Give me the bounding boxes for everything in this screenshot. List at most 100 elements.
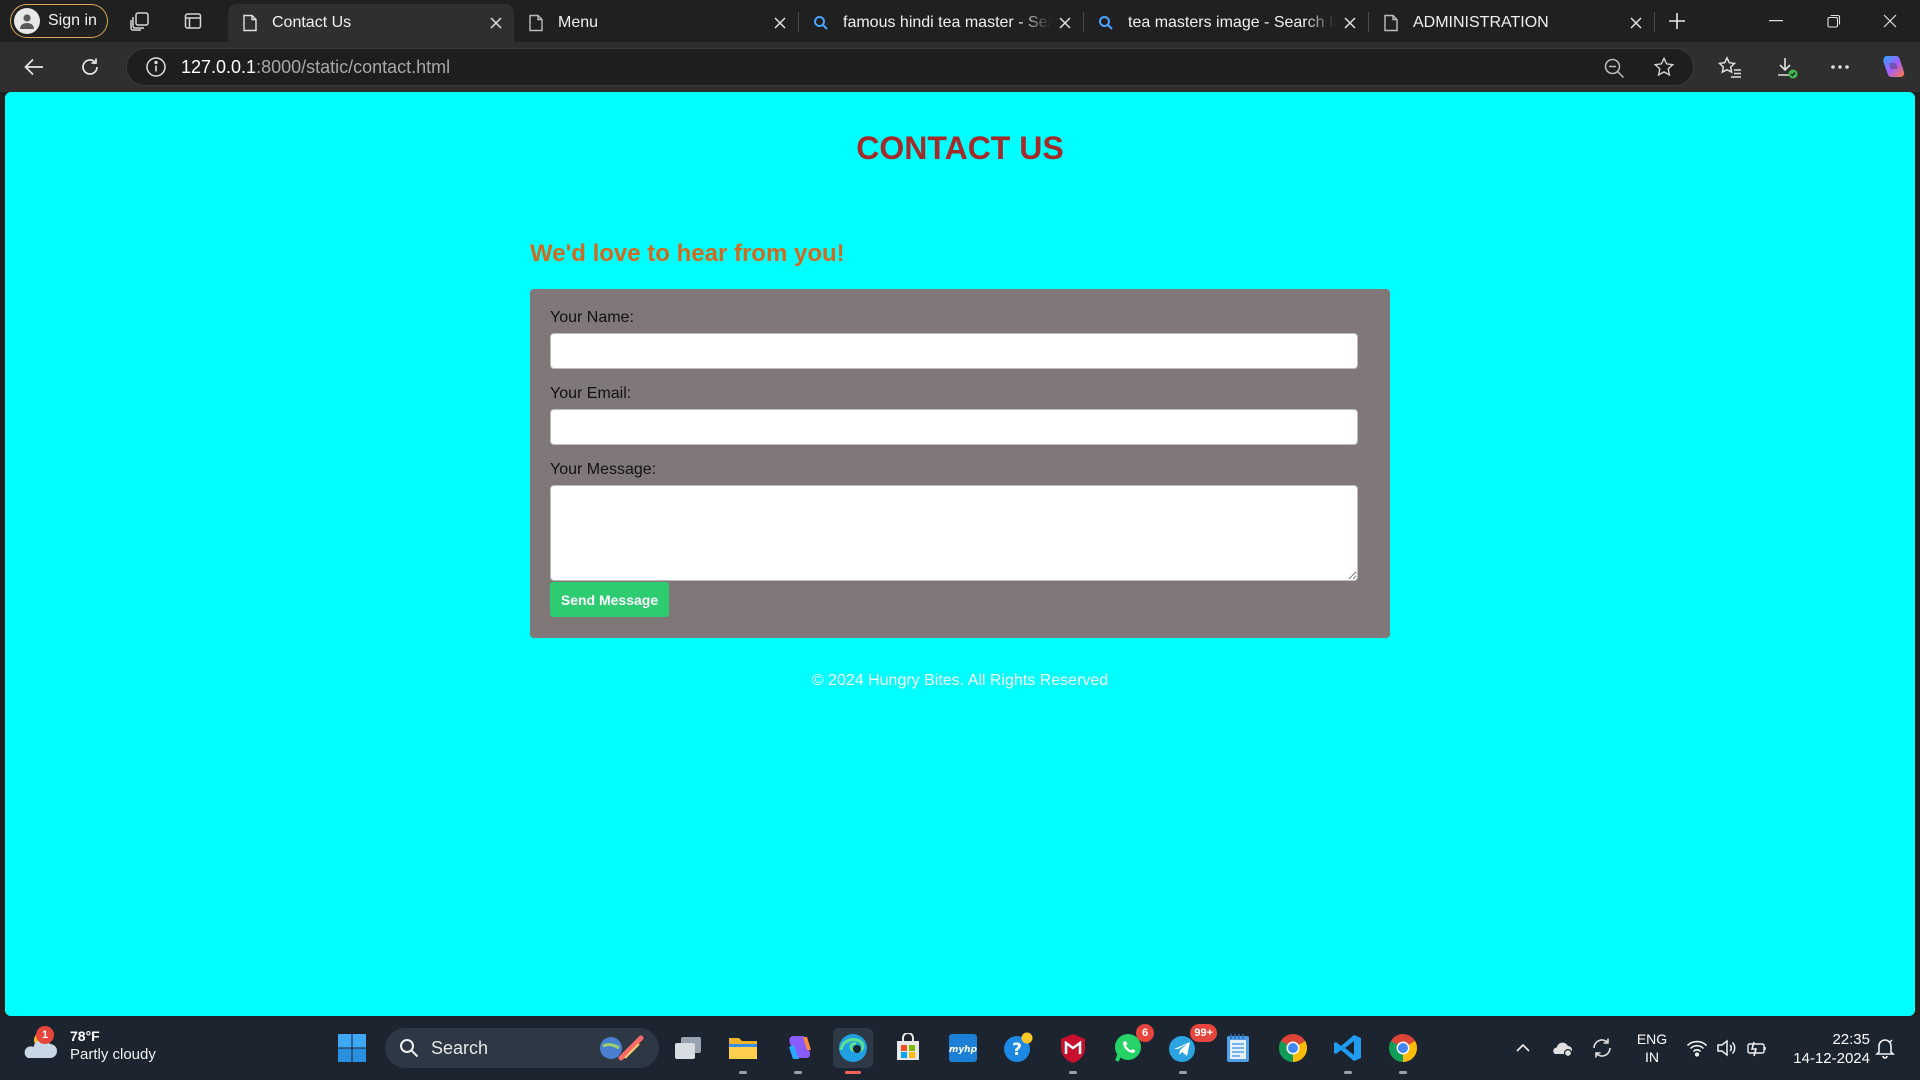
taskbar-app-hp-support[interactable]: ? — [998, 1028, 1038, 1068]
taskbar-app-file-explorer[interactable] — [723, 1028, 763, 1074]
windows-logo-icon — [338, 1034, 366, 1062]
tab-menu[interactable]: Menu — [514, 4, 798, 42]
folder-icon — [729, 1038, 757, 1059]
profile-sign-in-button[interactable]: Sign in — [10, 4, 108, 38]
send-message-button[interactable]: Send Message — [550, 582, 669, 617]
settings-more-button[interactable] — [1822, 50, 1858, 84]
taskbar-app-chrome[interactable] — [1273, 1028, 1313, 1068]
name-input[interactable] — [550, 333, 1358, 369]
site-info-icon[interactable] — [145, 56, 167, 78]
address-bar[interactable]: 127.0.0.1:8000/static/contact.html — [126, 48, 1694, 86]
tab-title: famous hindi tea master - Search — [843, 14, 1051, 31]
plus-icon — [1669, 13, 1685, 29]
email-input[interactable] — [550, 409, 1358, 445]
task-view-button[interactable] — [668, 1028, 708, 1068]
chrome-icon — [1389, 1034, 1417, 1062]
svg-text:?: ? — [1012, 1040, 1022, 1060]
taskbar-app-mcafee[interactable] — [1053, 1028, 1093, 1074]
taskbar-clock[interactable]: 22:35 14-12-2024 — [1782, 1030, 1870, 1068]
taskbar-app-notepad[interactable] — [1218, 1028, 1258, 1068]
arrow-left-icon — [24, 58, 43, 76]
workspaces-button[interactable] — [124, 6, 156, 36]
taskbar-app-vscode[interactable] — [1328, 1028, 1368, 1074]
running-indicator — [794, 1071, 802, 1074]
taskbar-app-whatsapp[interactable]: 6 — [1108, 1024, 1154, 1068]
close-tab-icon[interactable] — [482, 9, 510, 37]
search-label: Search — [431, 1037, 489, 1058]
battery-tray-button[interactable] — [1742, 1034, 1772, 1062]
search-icon — [399, 1038, 419, 1058]
speaker-icon — [1717, 1039, 1736, 1057]
message-label: Your Message: — [550, 461, 657, 478]
volume-tray-button[interactable] — [1712, 1034, 1742, 1062]
browser-tab-strip: Sign in Contact Us Menu famous hindi tea… — [0, 0, 1920, 42]
task-view-icon — [675, 1037, 701, 1059]
taskbar-app-chrome-2[interactable] — [1383, 1028, 1423, 1074]
clock-date: 14-12-2024 — [1793, 1050, 1870, 1067]
taskbar-app-copilot[interactable] — [778, 1028, 818, 1074]
myhp-icon: myhp — [949, 1034, 978, 1062]
tab-actions-icon — [184, 13, 202, 29]
taskbar-app-microsoft-store[interactable] — [888, 1028, 928, 1068]
page-icon — [526, 13, 546, 33]
workspaces-icon — [130, 12, 149, 31]
weather-widget[interactable]: 1 78°F Partly cloudy — [20, 1026, 156, 1064]
start-button[interactable] — [332, 1028, 372, 1068]
taskbar-app-myhp[interactable]: myhp — [943, 1028, 983, 1068]
tab-administration[interactable]: ADMINISTRATION — [1369, 4, 1654, 42]
browser-toolbar: 127.0.0.1:8000/static/contact.html — [0, 42, 1920, 92]
minimize-window-button[interactable] — [1748, 0, 1804, 42]
wifi-tray-button[interactable] — [1682, 1034, 1712, 1062]
favorite-star-icon[interactable] — [1653, 56, 1675, 78]
input-language-indicator[interactable]: ENG IN — [1634, 1030, 1670, 1066]
restore-window-button[interactable] — [1806, 0, 1862, 42]
zoom-out-icon[interactable] — [1603, 57, 1625, 79]
downloads-button[interactable] — [1768, 50, 1804, 84]
telegram-badge: 99+ — [1190, 1024, 1217, 1042]
tab-contact-us[interactable]: Contact Us — [228, 4, 514, 42]
close-tab-icon[interactable] — [1622, 9, 1650, 37]
close-tab-icon[interactable] — [766, 9, 794, 37]
wifi-icon — [1686, 1040, 1708, 1057]
taskbar-search[interactable]: Search — [385, 1028, 659, 1068]
back-button[interactable] — [16, 50, 52, 84]
clock-time: 22:35 — [1832, 1031, 1870, 1048]
message-textarea[interactable] — [550, 485, 1358, 581]
close-window-button[interactable] — [1862, 0, 1918, 42]
partly-cloudy-icon: 1 — [20, 1026, 60, 1064]
whatsapp-badge: 6 — [1136, 1024, 1154, 1042]
chevron-up-icon — [1516, 1043, 1530, 1052]
running-indicator — [1069, 1071, 1077, 1074]
chrome-icon — [1279, 1034, 1307, 1062]
search-icon — [811, 13, 831, 33]
tab-separator — [1654, 12, 1655, 32]
contact-subheading: We'd love to hear from you! — [530, 240, 845, 267]
show-hidden-icons-button[interactable] — [1508, 1034, 1538, 1062]
tab-tea-masters-image[interactable]: tea masters image - Search Images — [1084, 4, 1368, 42]
vscode-icon — [1334, 1035, 1361, 1061]
restore-icon — [1827, 14, 1841, 28]
sync-tray-button[interactable] — [1587, 1034, 1617, 1062]
copilot-icon — [1883, 56, 1905, 77]
copilot-button[interactable] — [1874, 50, 1910, 84]
contact-form: Your Name: Your Email: Your Message: Sen… — [530, 289, 1390, 638]
tab-famous-hindi-tea-master[interactable]: famous hindi tea master - Search — [799, 4, 1083, 42]
refresh-button[interactable] — [72, 50, 108, 84]
close-tab-icon[interactable] — [1051, 9, 1079, 37]
copilot-icon — [789, 1036, 811, 1059]
close-tab-icon[interactable] — [1336, 9, 1364, 37]
taskbar-app-telegram[interactable]: 99+ — [1163, 1024, 1217, 1074]
notification-bell-icon — [1875, 1039, 1895, 1059]
onedrive-tray-button[interactable] — [1547, 1034, 1577, 1062]
url-text: 127.0.0.1:8000/static/contact.html — [181, 57, 450, 78]
tab-title: ADMINISTRATION — [1413, 14, 1549, 31]
new-tab-button[interactable] — [1660, 6, 1694, 36]
close-icon — [1883, 14, 1897, 28]
page-icon — [1381, 13, 1401, 33]
store-icon — [897, 1033, 919, 1060]
favorites-button[interactable] — [1712, 50, 1748, 84]
notifications-button[interactable] — [1870, 1034, 1900, 1062]
page-icon — [240, 13, 260, 33]
taskbar-app-edge[interactable] — [833, 1028, 873, 1074]
vertical-tabs-button[interactable] — [177, 6, 209, 36]
